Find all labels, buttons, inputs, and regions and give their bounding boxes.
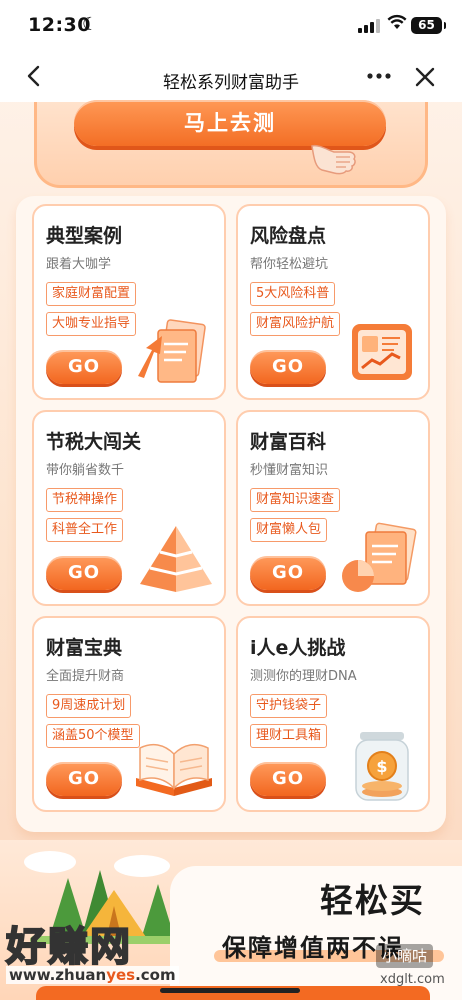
go-button[interactable]: GO (250, 556, 326, 590)
feature-panel: 典型案例 跟着大咖学 家庭财富配置 大咖专业指导 GO 风险盘点 帮你轻松避坑 … (16, 196, 446, 832)
status-bar: 12:30 ☾ 65 (0, 0, 462, 56)
watermark-badge-url: xdglt.com (380, 972, 445, 987)
watermark-site: 好赚网 (5, 923, 132, 971)
card-risk-review[interactable]: 风险盘点 帮你轻松避坑 5大风险科普 财富风险护航 GO (236, 204, 430, 400)
card-tag[interactable]: 科普全工作 (46, 518, 124, 542)
card-tag[interactable]: 理财工具箱 (250, 724, 328, 748)
pointing-hand-icon (311, 144, 356, 175)
moon-icon: ☾ (82, 14, 99, 35)
card-tag[interactable]: 涵盖50个模型 (46, 724, 140, 748)
open-book-icon (136, 743, 212, 796)
page-title: 轻松系列财富助手 (163, 73, 299, 93)
more-button[interactable] (366, 64, 392, 94)
card-subtitle: 全面提升财商 (46, 669, 125, 684)
go-button[interactable]: GO (46, 556, 122, 590)
card-subtitle: 跟着大咖学 (46, 257, 112, 272)
pyramid-icon (140, 526, 212, 592)
battery-indicator: 65 (411, 17, 446, 34)
close-button[interactable] (414, 62, 436, 99)
card-tax-challenge[interactable]: 节税大闯关 带你躺省数千 节税神操作 科普全工作 GO (32, 410, 226, 606)
card-subtitle: 秒懂财富知识 (250, 463, 329, 478)
card-tag[interactable]: 5大风险科普 (250, 282, 336, 306)
card-title: 风险盘点 (250, 225, 327, 247)
card-tag[interactable]: 守护钱袋子 (250, 694, 328, 718)
card-tag[interactable]: 财富懒人包 (250, 518, 328, 542)
card-wealth-wiki[interactable]: 财富百科 秒懂财富知识 财富知识速查 财富懒人包 GO (236, 410, 430, 606)
card-tag[interactable]: 9周速成计划 (46, 694, 132, 718)
nav-bar: 轻松系列财富助手 (0, 56, 462, 102)
card-tag[interactable]: 财富风险护航 (250, 312, 341, 336)
app-screen: 12:30 ☾ 65 轻松系列财富助手 马上去测 典型案例 跟着大咖学 家庭财富… (0, 0, 462, 1000)
card-wealth-guide[interactable]: 财富宝典 全面提升财商 9周速成计划 涵盖50个模型 GO (32, 616, 226, 812)
card-tag[interactable]: 大咖专业指导 (46, 312, 137, 336)
signal-icon (358, 19, 380, 33)
home-indicator (160, 988, 300, 993)
card-tag[interactable]: 节税神操作 (46, 488, 124, 512)
coin-jar-icon: $ (355, 732, 409, 801)
wifi-icon (387, 14, 407, 35)
go-button[interactable]: GO (250, 762, 326, 796)
documents-pie-icon (342, 522, 417, 592)
arrow-document-icon (138, 319, 206, 383)
promo-title: 轻松买 (320, 881, 425, 920)
watermark-url: www.zhuanyes.com (6, 966, 179, 984)
card-typical-cases[interactable]: 典型案例 跟着大咖学 家庭财富配置 大咖专业指导 GO (32, 204, 226, 400)
card-subtitle: 帮你轻松避坑 (250, 257, 329, 272)
card-personality-challenge[interactable]: i人e人挑战 测测你的理财DNA 守护钱袋子 理财工具箱 GO $ (236, 616, 430, 812)
more-dots-icon (367, 73, 391, 79)
card-title: 节税大闯关 (46, 431, 142, 453)
card-subtitle: 测测你的理财DNA (250, 669, 357, 684)
close-icon (415, 67, 435, 87)
go-button[interactable]: GO (250, 350, 326, 384)
card-title: 财富宝典 (46, 637, 123, 659)
card-title: 典型案例 (46, 225, 123, 247)
card-tag[interactable]: 财富知识速查 (250, 488, 341, 512)
go-button[interactable]: GO (46, 350, 122, 384)
card-title: 财富百科 (250, 431, 327, 453)
go-button[interactable]: GO (46, 762, 122, 796)
card-tag[interactable]: 家庭财富配置 (46, 282, 137, 306)
chart-board-icon (352, 324, 412, 380)
svg-text:$: $ (376, 757, 387, 776)
watermark-badge: 小嘀咕 (376, 944, 434, 968)
card-title: i人e人挑战 (250, 637, 346, 659)
card-subtitle: 带你躺省数千 (46, 463, 125, 478)
